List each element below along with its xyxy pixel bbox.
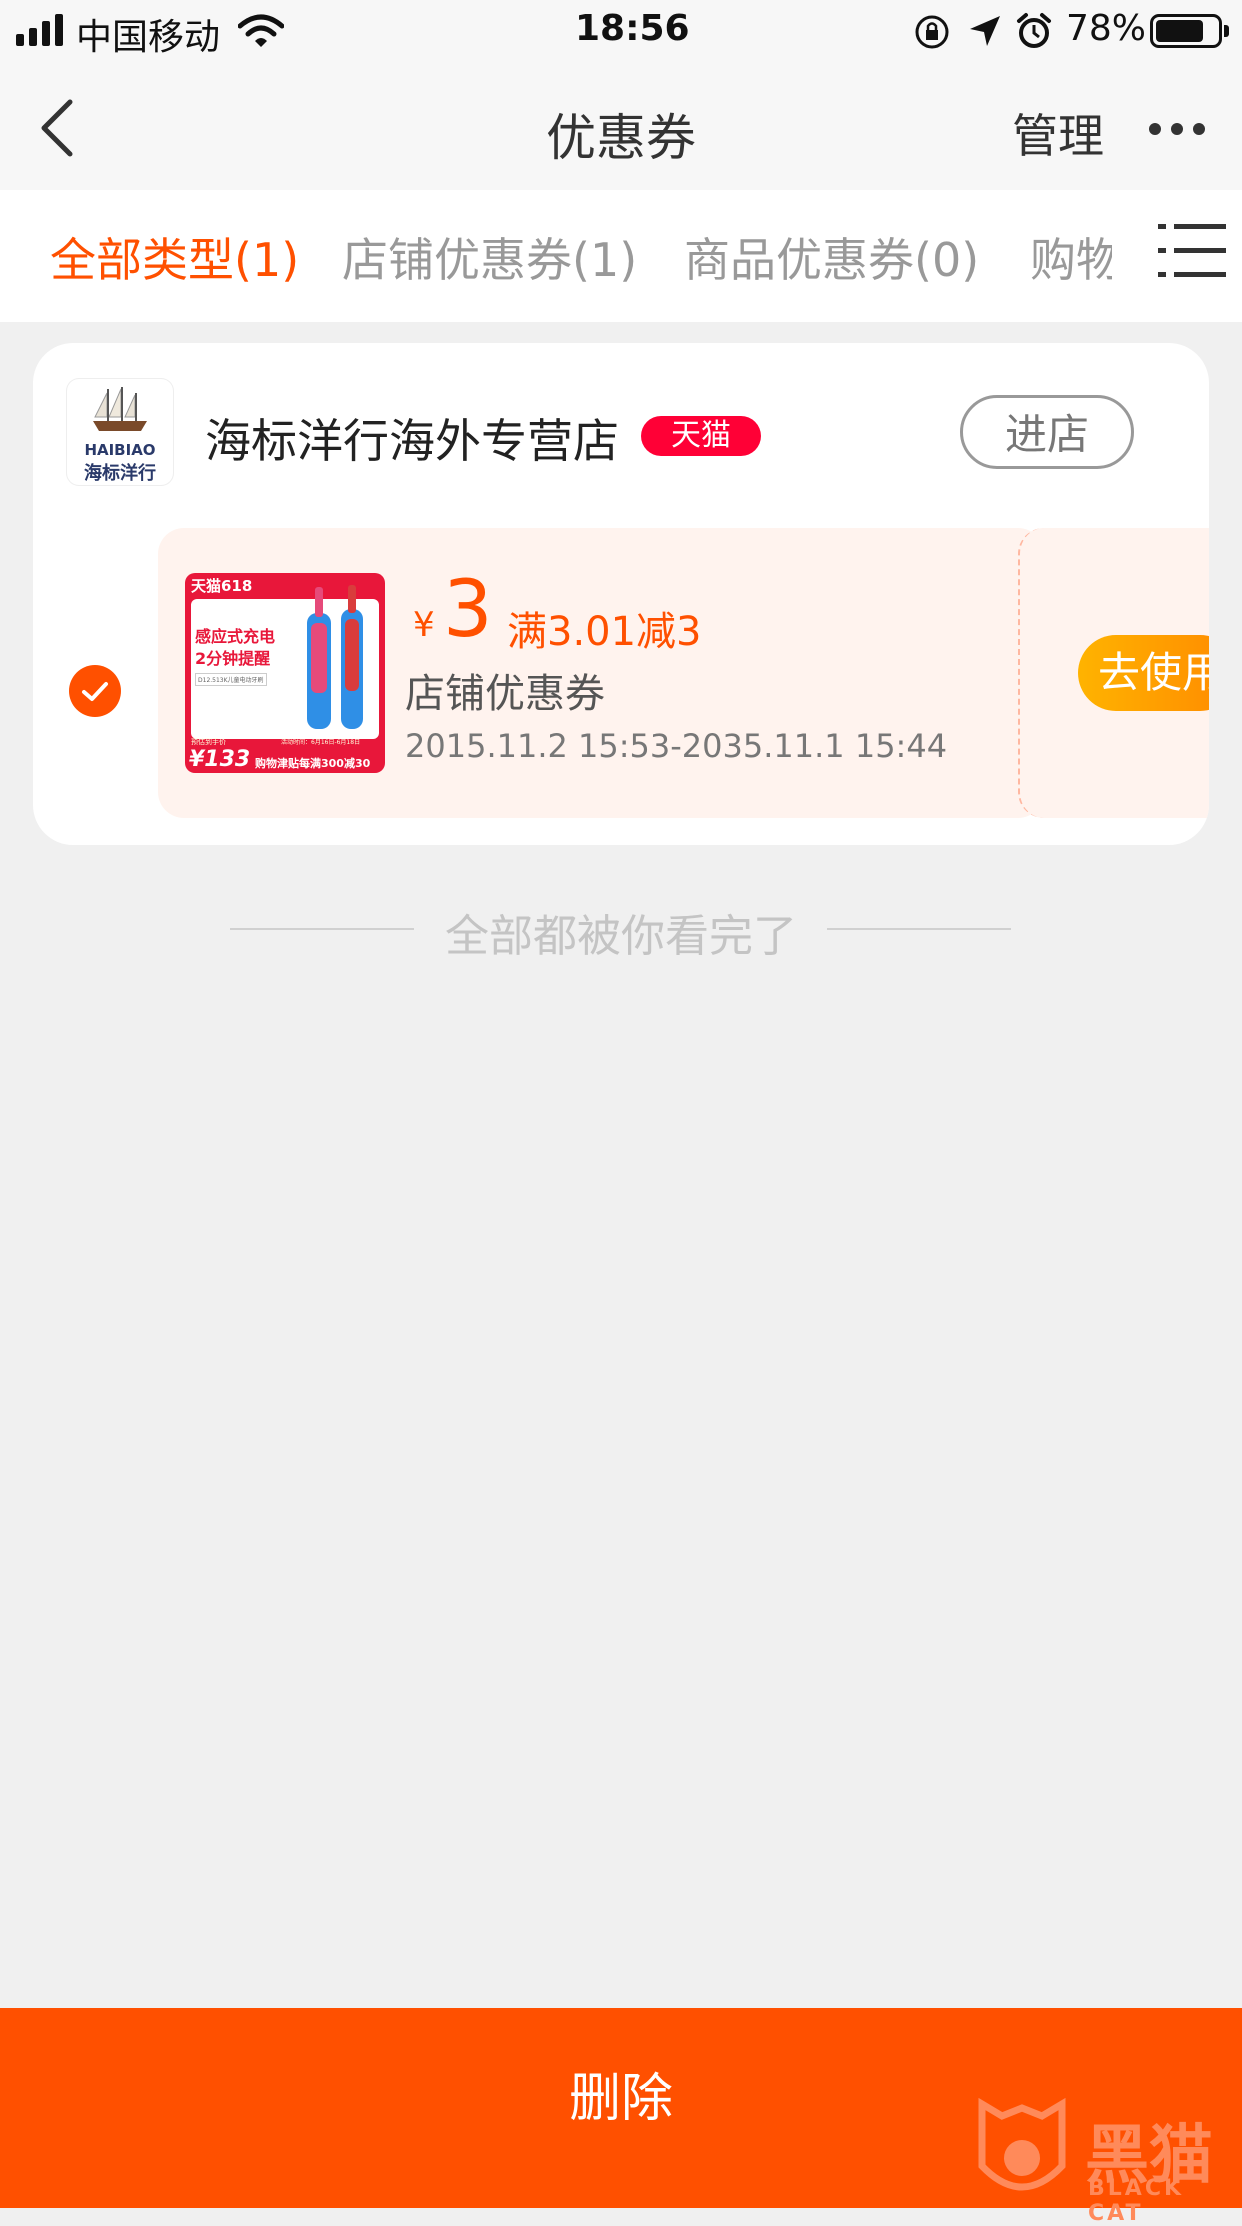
delete-bar[interactable]: 删除 黑猫 BLACK CAT: [0, 2008, 1242, 2226]
rotation-lock-icon: [915, 15, 949, 49]
alarm-icon: [1017, 13, 1051, 48]
nav-bar: 优惠券 管理: [0, 62, 1242, 190]
signal-icon: [16, 14, 63, 46]
coupon-card: HAIBIAO 海标洋行 海标洋行海外专营店 天猫 进店 去使用 天猫618 感…: [33, 343, 1209, 845]
category-list-icon[interactable]: [1158, 220, 1226, 282]
product-thumbnail[interactable]: 天猫618 感应式充电 2分钟提醒 D12.513K儿童电动牙刷 预估到手价 活…: [185, 573, 385, 773]
coupon-checkbox[interactable]: [69, 665, 121, 717]
checkmark-icon: [82, 682, 108, 701]
more-icon[interactable]: [1148, 122, 1206, 136]
coupon-type: 店铺优惠券: [405, 671, 605, 717]
battery-icon: [1150, 14, 1222, 48]
end-of-list-text: 全部都被你看完了: [445, 911, 797, 962]
carrier-label: 中国移动: [76, 17, 221, 58]
location-arrow-icon: [970, 16, 1000, 46]
watermark-subtext: BLACK CAT: [1088, 2176, 1185, 2226]
toothbrush-image: [307, 585, 363, 729]
store-name[interactable]: 海标洋行海外专营店: [205, 405, 619, 471]
wifi-icon: [238, 14, 284, 47]
coupon-amount: 3: [443, 565, 493, 655]
tab-store-coupons[interactable]: 店铺优惠券(1): [342, 224, 637, 290]
ship-icon: [93, 387, 147, 431]
tab-bar: 全部类型(1) 店铺优惠券(1) 商品优惠券(0) 购物: [0, 190, 1242, 322]
clock: 18:56: [575, 8, 690, 49]
store-logo[interactable]: HAIBIAO 海标洋行: [67, 379, 173, 485]
use-coupon-button[interactable]: 去使用: [1078, 635, 1209, 711]
coupon-condition: 满3.01减3: [507, 609, 702, 655]
tab-all-types[interactable]: 全部类型(1): [50, 224, 299, 290]
coupon-validity: 2015.11.2 15:53-2035.11.1 15:44: [405, 727, 948, 765]
divider-right: [827, 928, 1011, 930]
status-bar: 中国移动 18:56 78%: [0, 0, 1242, 62]
black-cat-logo-icon: [978, 2097, 1066, 2191]
tab-product-coupons[interactable]: 商品优惠券(0): [684, 224, 979, 290]
enter-store-button[interactable]: 进店: [960, 395, 1134, 469]
tmall-badge: 天猫: [641, 416, 761, 456]
manage-button[interactable]: 管理: [1012, 100, 1104, 166]
battery-percent: 78%: [1066, 8, 1147, 49]
tab-shopping[interactable]: 购物: [1030, 224, 1112, 290]
currency-symbol: ¥: [413, 605, 435, 645]
